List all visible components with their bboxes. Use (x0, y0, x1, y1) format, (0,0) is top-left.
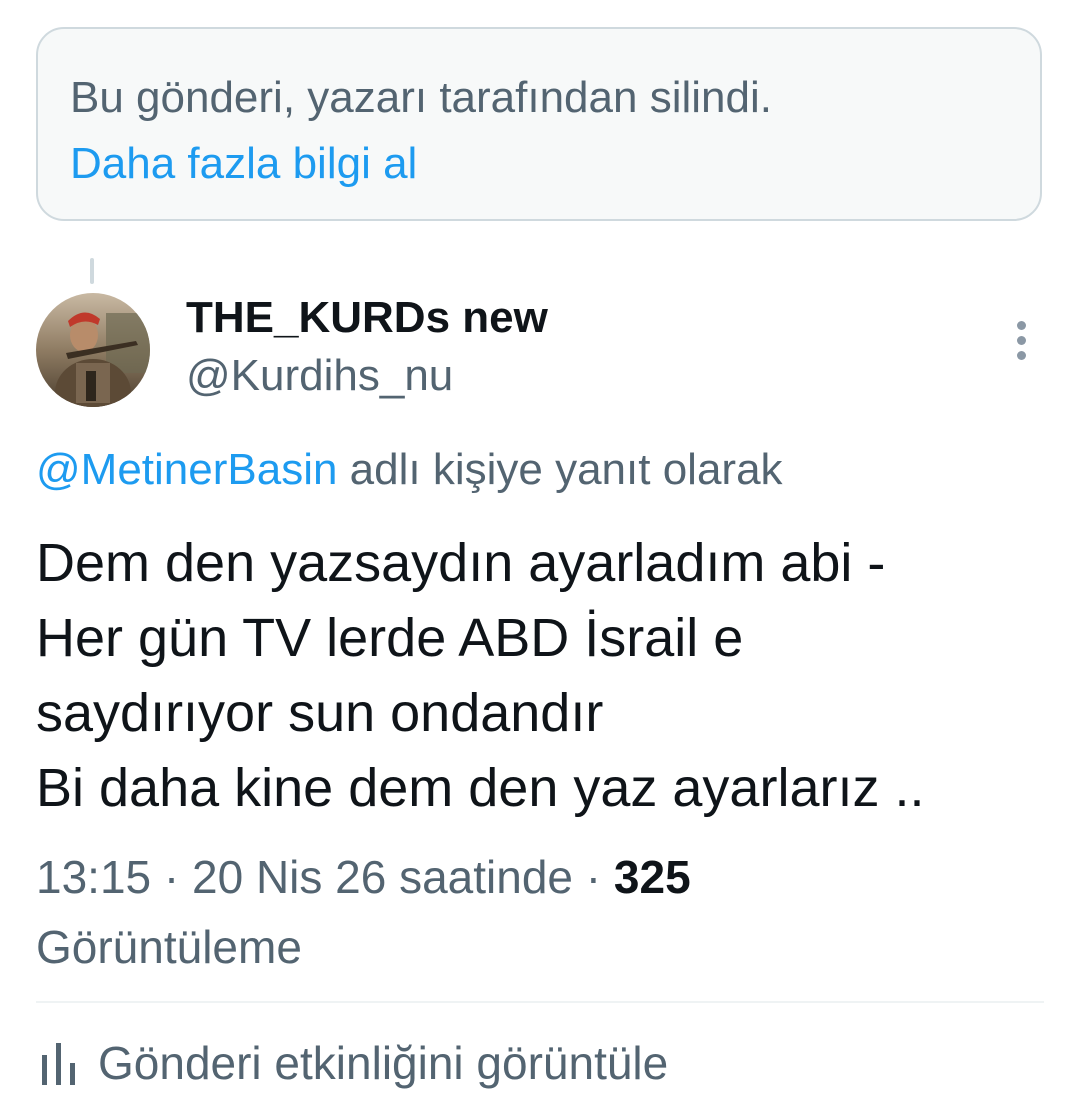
tweet-timestamp[interactable]: 13:15 · 20 Nis 26 saatinde (36, 851, 573, 903)
more-dot (1017, 336, 1026, 345)
reply-context: @MetinerBasin adlı kişiye yanıt olarak (36, 444, 783, 496)
user-avatar-icon (36, 293, 150, 407)
view-post-activity-button[interactable]: Gönderi etkinliğini görüntüle (36, 1035, 668, 1091)
bar-chart-icon (36, 1035, 82, 1091)
reply-mention-link[interactable]: @MetinerBasin (36, 445, 337, 494)
tweet-text-line: Her gün TV lerde ABD İsrail e (36, 608, 744, 668)
learn-more-link[interactable]: Daha fazla bilgi al (70, 137, 417, 191)
more-options-icon[interactable] (1002, 315, 1042, 365)
meta-separator: · (573, 851, 614, 903)
deleted-post-message: Bu gönderi, yazarı tarafından silindi. (70, 73, 772, 122)
more-dot (1017, 321, 1026, 330)
tweet-text: Dem den yazsaydın ayarladım abi - Her gü… (36, 526, 1046, 826)
reply-context-suffix: adlı kişiye yanıt olarak (337, 445, 783, 494)
author-avatar[interactable] (36, 293, 150, 407)
tweet-metadata: 13:15 · 20 Nis 26 saatinde · 325 Görüntül… (36, 842, 1036, 982)
thread-connector-line (90, 258, 94, 284)
tweet-text-line: Bi daha kine dem den yaz ayarlarız .. (36, 758, 925, 818)
author-handle[interactable]: @Kurdihs_nu (186, 350, 453, 402)
view-post-activity-label: Gönderi etkinliğini görüntüle (98, 1037, 669, 1089)
more-dot (1017, 351, 1026, 360)
view-label: Görüntüleme (36, 921, 302, 973)
tweet-text-line: saydırıyor sun ondandır (36, 683, 604, 743)
deleted-post-notice: Bu gönderi, yazarı tarafından silindi. D… (36, 27, 1042, 221)
view-count: 325 (613, 851, 691, 903)
tweet-text-line: Dem den yazsaydın ayarladım abi - (36, 533, 886, 593)
author-display-name[interactable]: THE_KURDs new (186, 292, 548, 344)
section-divider (36, 1001, 1044, 1003)
